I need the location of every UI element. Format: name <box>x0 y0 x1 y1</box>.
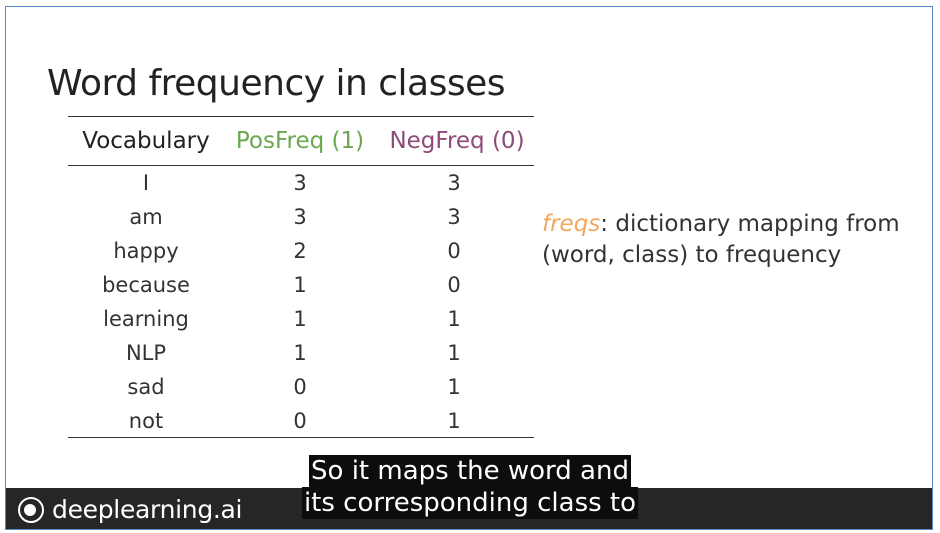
slide-title: Word frequency in classes <box>47 63 506 104</box>
table-row: sad 0 1 <box>68 370 534 404</box>
posfreq-cell: 2 <box>293 239 307 263</box>
table-body: I 3 3 am 3 3 happy 2 0 because 1 0 learn… <box>68 166 534 438</box>
header-posfreq: PosFreq (1) <box>235 128 365 154</box>
freqs-keyword: freqs <box>542 211 601 237</box>
table-row: learning 1 1 <box>68 302 534 336</box>
negfreq-cell: 1 <box>447 307 461 331</box>
subtitle-caption: So it maps the word and its correspondin… <box>6 455 932 519</box>
posfreq-cell: 0 <box>293 409 307 433</box>
vocab-cell: not <box>128 409 164 433</box>
table-row: happy 2 0 <box>68 234 534 268</box>
posfreq-cell: 3 <box>293 171 307 195</box>
posfreq-cell: 1 <box>293 341 307 365</box>
vocab-cell: happy <box>113 239 179 263</box>
negfreq-cell: 1 <box>447 409 461 433</box>
caption-line-1: So it maps the word and <box>309 455 631 487</box>
posfreq-cell: 1 <box>293 273 307 297</box>
vocab-cell: because <box>102 273 190 297</box>
freqs-note: freqs: dictionary mapping from (word, cl… <box>542 209 902 271</box>
table-top-rule <box>68 116 534 117</box>
table-row: not 0 1 <box>68 404 534 438</box>
table-row: I 3 3 <box>68 166 534 200</box>
posfreq-cell: 1 <box>293 307 307 331</box>
caption-line-2: its corresponding class to <box>301 487 639 519</box>
header-negfreq: NegFreq (0) <box>389 128 525 154</box>
vocab-cell: learning <box>103 307 189 331</box>
negfreq-cell: 0 <box>447 273 461 297</box>
header-vocabulary: Vocabulary <box>82 128 210 154</box>
posfreq-cell: 3 <box>293 205 307 229</box>
negfreq-cell: 0 <box>447 239 461 263</box>
vocab-cell: am <box>129 205 163 229</box>
posfreq-cell: 0 <box>293 375 307 399</box>
vocab-cell: sad <box>127 375 165 399</box>
video-frame: Word frequency in classes Vocabulary Pos… <box>5 6 933 530</box>
negfreq-cell: 3 <box>447 171 461 195</box>
table-row: NLP 1 1 <box>68 336 534 370</box>
table-row: because 1 0 <box>68 268 534 302</box>
table-row: am 3 3 <box>68 200 534 234</box>
vocab-cell: I <box>142 171 150 195</box>
negfreq-cell: 3 <box>447 205 461 229</box>
negfreq-cell: 1 <box>447 375 461 399</box>
vocab-cell: NLP <box>125 341 167 365</box>
table-bottom-rule <box>68 437 534 438</box>
negfreq-cell: 1 <box>447 341 461 365</box>
